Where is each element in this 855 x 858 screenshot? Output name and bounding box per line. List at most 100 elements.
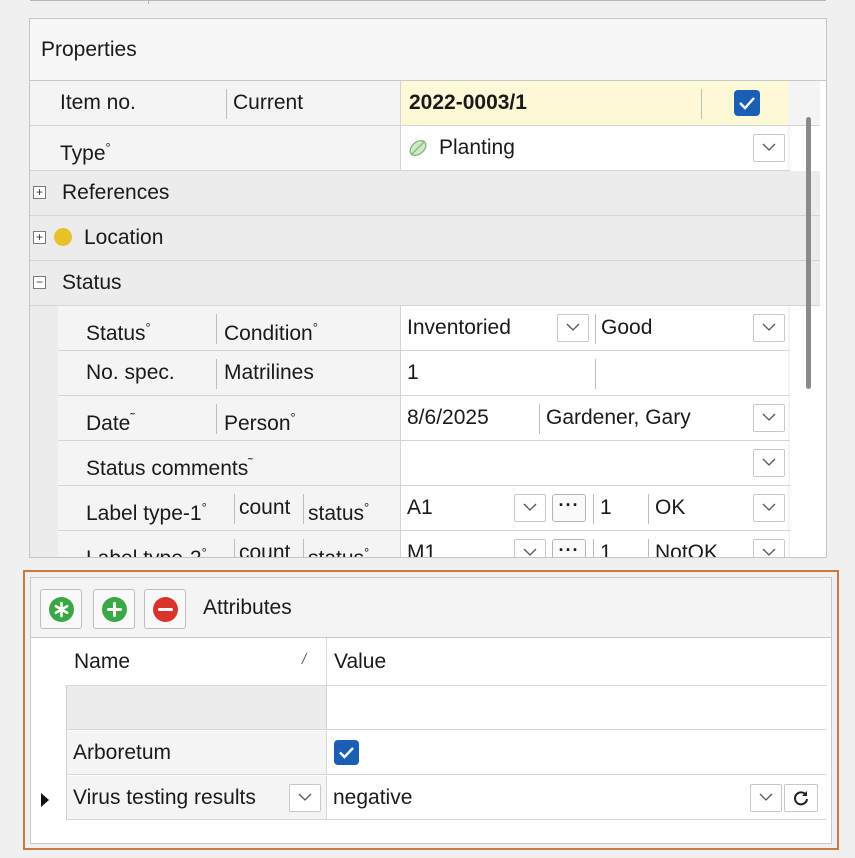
- location-group[interactable]: + Location: [30, 216, 820, 261]
- separator: [303, 539, 304, 557]
- collapse-icon[interactable]: −: [33, 276, 46, 289]
- status-comments-label: Status comments˜: [86, 455, 253, 480]
- separator: [648, 494, 649, 524]
- condition-dropdown-button[interactable]: [753, 314, 785, 342]
- label-status-dropdown-button[interactable]: [753, 539, 785, 557]
- label-status-value: NotOK: [655, 541, 719, 558]
- empty-name-cell[interactable]: [67, 686, 326, 730]
- separator: [216, 404, 217, 434]
- status-sub-label: status°: [308, 545, 370, 558]
- empty-value-cell[interactable]: [326, 686, 826, 730]
- type-field[interactable]: Planting: [400, 126, 788, 170]
- leaf-icon: [407, 137, 429, 165]
- sort-indicator-icon: /: [302, 651, 307, 668]
- condition-value: Good: [601, 316, 653, 339]
- no-spec-value: 1: [407, 361, 419, 384]
- status-group[interactable]: − Status: [30, 261, 820, 306]
- separator: [303, 494, 304, 524]
- type-value: Planting: [439, 136, 515, 159]
- date-row: Date˜ Person° 8/6/2025 Gardener, Gary: [58, 396, 790, 441]
- status-indent-gutter: [30, 306, 58, 557]
- status-row: Status° Condition° Inventoried Good: [58, 306, 790, 351]
- expand-icon[interactable]: +: [33, 186, 46, 199]
- attribute-row-value[interactable]: negative: [326, 776, 826, 820]
- references-group[interactable]: + References: [30, 171, 820, 216]
- count-label: count: [239, 541, 291, 558]
- label-type-1-value: A1: [407, 496, 433, 519]
- matrilines-label: Matrilines: [224, 361, 314, 384]
- count-label: count: [239, 496, 291, 519]
- label-type-1-label: Label type-1°: [86, 500, 207, 525]
- separator: [648, 539, 649, 557]
- date-label: Date˜: [86, 410, 135, 435]
- status-comments-field[interactable]: [400, 441, 788, 485]
- attributes-title: Attributes: [203, 596, 292, 619]
- count-value[interactable]: 1: [600, 531, 612, 557]
- references-label: References: [62, 181, 170, 204]
- person-value: Gardener, Gary: [546, 406, 691, 429]
- type-dropdown-button[interactable]: [753, 134, 785, 162]
- item-no-field[interactable]: 2022-0003/1: [400, 81, 788, 125]
- item-no-checkbox[interactable]: [734, 90, 760, 116]
- status-dropdown-button[interactable]: [557, 314, 589, 342]
- attributes-inner: Attributes Name / Value Arboretum Virus …: [30, 577, 832, 844]
- no-spec-field[interactable]: 1: [400, 351, 788, 395]
- top-tab-divider: [148, 0, 149, 4]
- label-type-2-value: M1: [407, 541, 437, 558]
- type-label: Type°: [60, 140, 111, 165]
- location-label: Location: [84, 226, 164, 249]
- status-group-label: Status: [62, 271, 122, 294]
- type-row: Type° Planting: [30, 126, 790, 171]
- value-dropdown-button[interactable]: [750, 784, 782, 812]
- status-field[interactable]: Inventoried Good: [400, 306, 788, 350]
- asterisk-add-icon: [49, 597, 74, 622]
- no-spec-label: No. spec.: [86, 361, 175, 384]
- condition-label: Condition°: [224, 320, 318, 345]
- arboretum-checkbox[interactable]: [334, 740, 359, 765]
- ellipsis-button[interactable]: ···: [552, 494, 586, 522]
- attribute-value: negative: [333, 786, 413, 809]
- name-column-header[interactable]: Name: [74, 640, 130, 684]
- date-field[interactable]: 8/6/2025 Gardener, Gary: [400, 396, 788, 440]
- attribute-name: Virus testing results: [73, 786, 256, 809]
- count-value[interactable]: 1: [600, 486, 612, 530]
- item-no-current-label: Current: [233, 91, 304, 114]
- date-value: 8/6/2025: [407, 406, 489, 429]
- comments-dropdown-button[interactable]: [753, 449, 785, 477]
- item-no-row: Item no. Current 2022-0003/1: [30, 81, 820, 126]
- item-no-value: 2022-0003/1: [409, 91, 527, 114]
- ellipsis-button[interactable]: ···: [552, 539, 586, 557]
- add-button[interactable]: [93, 589, 135, 629]
- label-type-2-dropdown-button[interactable]: [514, 539, 546, 557]
- remove-button[interactable]: [144, 589, 186, 629]
- attributes-grid: Name / Value Arboretum Virus testing res…: [31, 638, 831, 845]
- attribute-row-value[interactable]: [326, 731, 826, 775]
- label-type-1-row: Label type-1° count status° A1 ··· 1 OK: [58, 486, 790, 531]
- status-label: Status°: [86, 320, 151, 345]
- separator: [216, 359, 217, 389]
- grid-header: Name / Value: [66, 638, 827, 686]
- properties-header: Properties: [30, 19, 826, 81]
- label-type-1-field[interactable]: A1 ··· 1 OK: [400, 486, 788, 530]
- label-type-2-row: Label type-2° count status° M1 ··· 1 Not…: [58, 531, 790, 558]
- separator: [539, 404, 540, 434]
- vertical-scrollbar[interactable]: [806, 117, 811, 389]
- refresh-button[interactable]: [784, 784, 818, 812]
- separator: [234, 539, 235, 557]
- separator: [234, 494, 235, 524]
- add-special-button[interactable]: [40, 589, 82, 629]
- name-dropdown-button[interactable]: [289, 784, 321, 812]
- separator: [595, 359, 596, 389]
- label-status-dropdown-button[interactable]: [753, 494, 785, 522]
- expand-icon[interactable]: +: [33, 231, 46, 244]
- properties-title: Properties: [41, 38, 137, 61]
- attribute-row-name[interactable]: Arboretum: [67, 731, 326, 775]
- label-type-2-field[interactable]: M1 ··· 1 NotOK: [400, 531, 788, 558]
- label-type-1-dropdown-button[interactable]: [514, 494, 546, 522]
- status-value: Inventoried: [407, 316, 511, 339]
- attribute-row-name[interactable]: Virus testing results: [67, 776, 326, 820]
- attributes-panel: Attributes Name / Value Arboretum Virus …: [23, 570, 839, 850]
- person-dropdown-button[interactable]: [753, 404, 785, 432]
- top-tab-strip: [30, 0, 826, 4]
- value-column-header[interactable]: Value: [334, 640, 386, 684]
